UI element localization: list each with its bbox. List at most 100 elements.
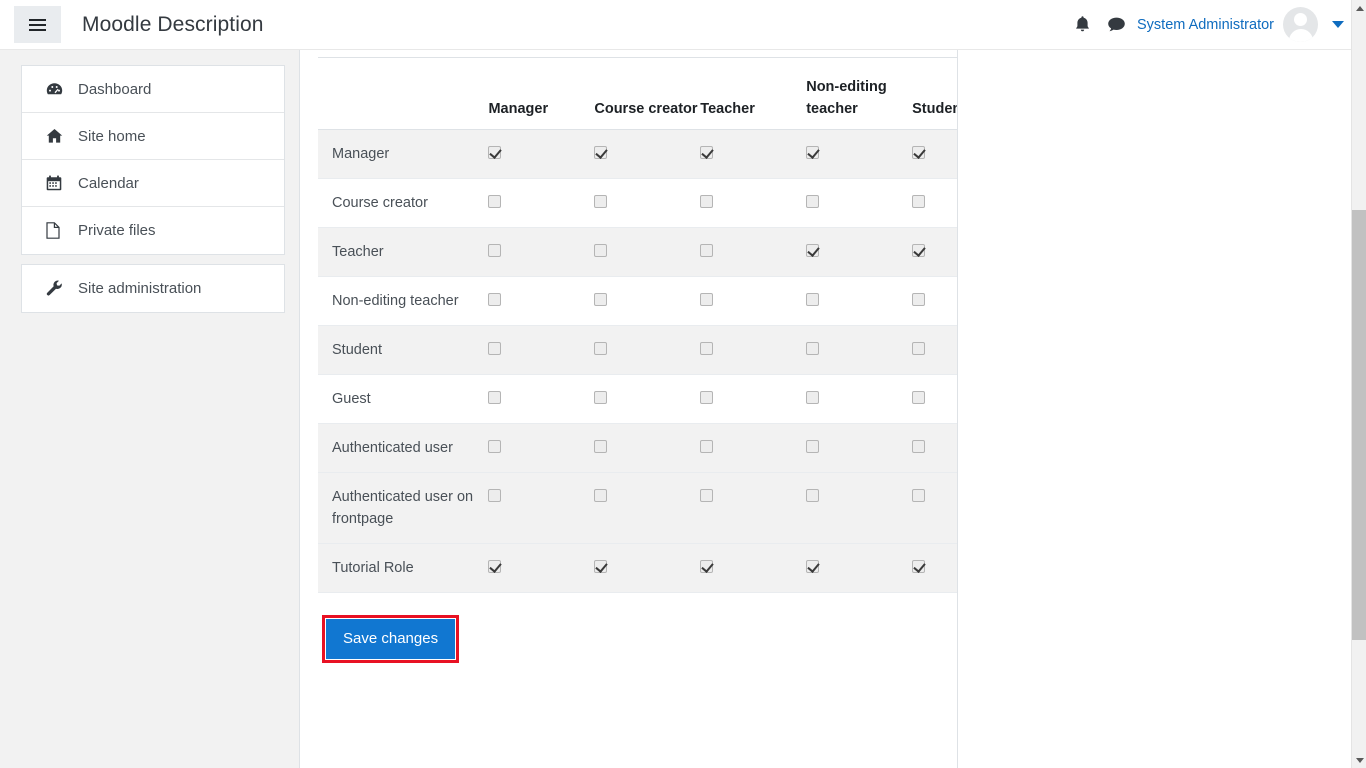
permission-checkbox[interactable] [700,560,713,573]
sidebar-item-label: Site home [78,128,146,145]
permission-cell [594,544,700,593]
row-label: Teacher [318,228,488,277]
table-row: Course creator [318,179,958,228]
permission-cell [594,473,700,544]
permission-checkbox[interactable] [806,342,819,355]
permission-checkbox[interactable] [594,440,607,453]
permission-checkbox[interactable] [912,560,925,573]
sidebar-item-label: Private files [78,222,156,239]
permission-checkbox[interactable] [912,293,925,306]
save-changes-button[interactable]: Save changes [326,619,455,659]
permission-cell [594,375,700,424]
permission-checkbox[interactable] [594,195,607,208]
permission-checkbox[interactable] [594,146,607,159]
chevron-down-icon[interactable] [1332,21,1344,28]
column-header: Student [912,58,958,130]
permission-cell [912,179,958,228]
table-header: Manager Course creator Teacher Non-editi… [318,58,958,130]
permission-checkbox[interactable] [806,244,819,257]
permission-checkbox[interactable] [594,391,607,404]
page-scrollbar[interactable] [1351,0,1366,768]
sidebar: Dashboard Site home [0,50,300,768]
permission-checkbox[interactable] [912,391,925,404]
permission-checkbox[interactable] [912,195,925,208]
permission-checkbox[interactable] [594,244,607,257]
permission-cell [912,277,958,326]
permission-checkbox[interactable] [700,391,713,404]
sidebar-item-dashboard[interactable]: Dashboard [22,66,284,113]
scroll-down-arrow[interactable] [1352,752,1366,768]
permission-cell [806,424,912,473]
user-menu-name[interactable]: System Administrator [1137,17,1274,33]
avatar[interactable] [1283,7,1318,42]
permission-checkbox[interactable] [488,440,501,453]
permission-checkbox[interactable] [594,489,607,502]
permission-checkbox[interactable] [488,391,501,404]
sidebar-item-site-home[interactable]: Site home [22,113,284,160]
permission-checkbox[interactable] [488,560,501,573]
bell-icon[interactable] [1065,10,1099,40]
permission-checkbox[interactable] [806,293,819,306]
permission-checkbox[interactable] [912,146,925,159]
permission-cell [488,277,594,326]
permission-checkbox[interactable] [488,195,501,208]
permission-checkbox[interactable] [912,244,925,257]
permission-cell [594,130,700,179]
permission-checkbox[interactable] [700,244,713,257]
hamburger-icon[interactable] [14,6,61,43]
sidebar-item-calendar[interactable]: Calendar [22,160,284,207]
permission-checkbox[interactable] [700,146,713,159]
sidebar-item-private-files[interactable]: Private files [22,207,284,254]
scroll-up-arrow[interactable] [1352,0,1366,16]
permission-cell [594,228,700,277]
permission-checkbox[interactable] [488,489,501,502]
permission-cell [488,473,594,544]
permission-cell [912,130,958,179]
permission-checkbox[interactable] [806,440,819,453]
permission-checkbox[interactable] [806,146,819,159]
permission-cell [488,544,594,593]
permission-cell [594,326,700,375]
permission-checkbox[interactable] [488,293,501,306]
sidebar-item-label: Calendar [78,175,139,192]
permission-checkbox[interactable] [912,489,925,502]
permission-cell [700,179,806,228]
permission-cell [700,544,806,593]
permission-checkbox[interactable] [594,560,607,573]
permission-checkbox[interactable] [700,293,713,306]
chat-bubble-icon[interactable] [1099,10,1133,40]
permission-checkbox[interactable] [806,195,819,208]
permission-checkbox[interactable] [912,342,925,355]
permission-cell [806,179,912,228]
column-header: Manager [488,58,594,130]
permission-cell [700,228,806,277]
save-button-highlight: Save changes [322,615,459,663]
permission-cell [806,473,912,544]
main-content: Manager Course creator Teacher Non-editi… [301,50,958,768]
permission-checkbox[interactable] [700,440,713,453]
permission-checkbox[interactable] [594,293,607,306]
table-row: Authenticated user [318,424,958,473]
permission-checkbox[interactable] [488,244,501,257]
permission-checkbox[interactable] [594,342,607,355]
permission-cell [488,130,594,179]
permission-checkbox[interactable] [806,489,819,502]
permission-checkbox[interactable] [912,440,925,453]
scrollbar-thumb[interactable] [1352,210,1366,640]
permission-cell [488,326,594,375]
permission-checkbox[interactable] [700,489,713,502]
permission-checkbox[interactable] [488,146,501,159]
sidebar-item-site-administration[interactable]: Site administration [22,265,284,312]
permission-checkbox[interactable] [700,342,713,355]
table-corner-cell [318,58,488,130]
permission-checkbox[interactable] [806,391,819,404]
table-header-row: Manager Course creator Teacher Non-editi… [318,58,958,130]
permission-checkbox[interactable] [700,195,713,208]
table-row: Teacher [318,228,958,277]
table-row: Student [318,326,958,375]
sidebar-group-primary: Dashboard Site home [21,65,285,255]
permission-checkbox[interactable] [806,560,819,573]
permission-checkbox[interactable] [488,342,501,355]
role-allow-assign-table: Manager Course creator Teacher Non-editi… [318,57,958,593]
table-row: Tutorial Role [318,544,958,593]
